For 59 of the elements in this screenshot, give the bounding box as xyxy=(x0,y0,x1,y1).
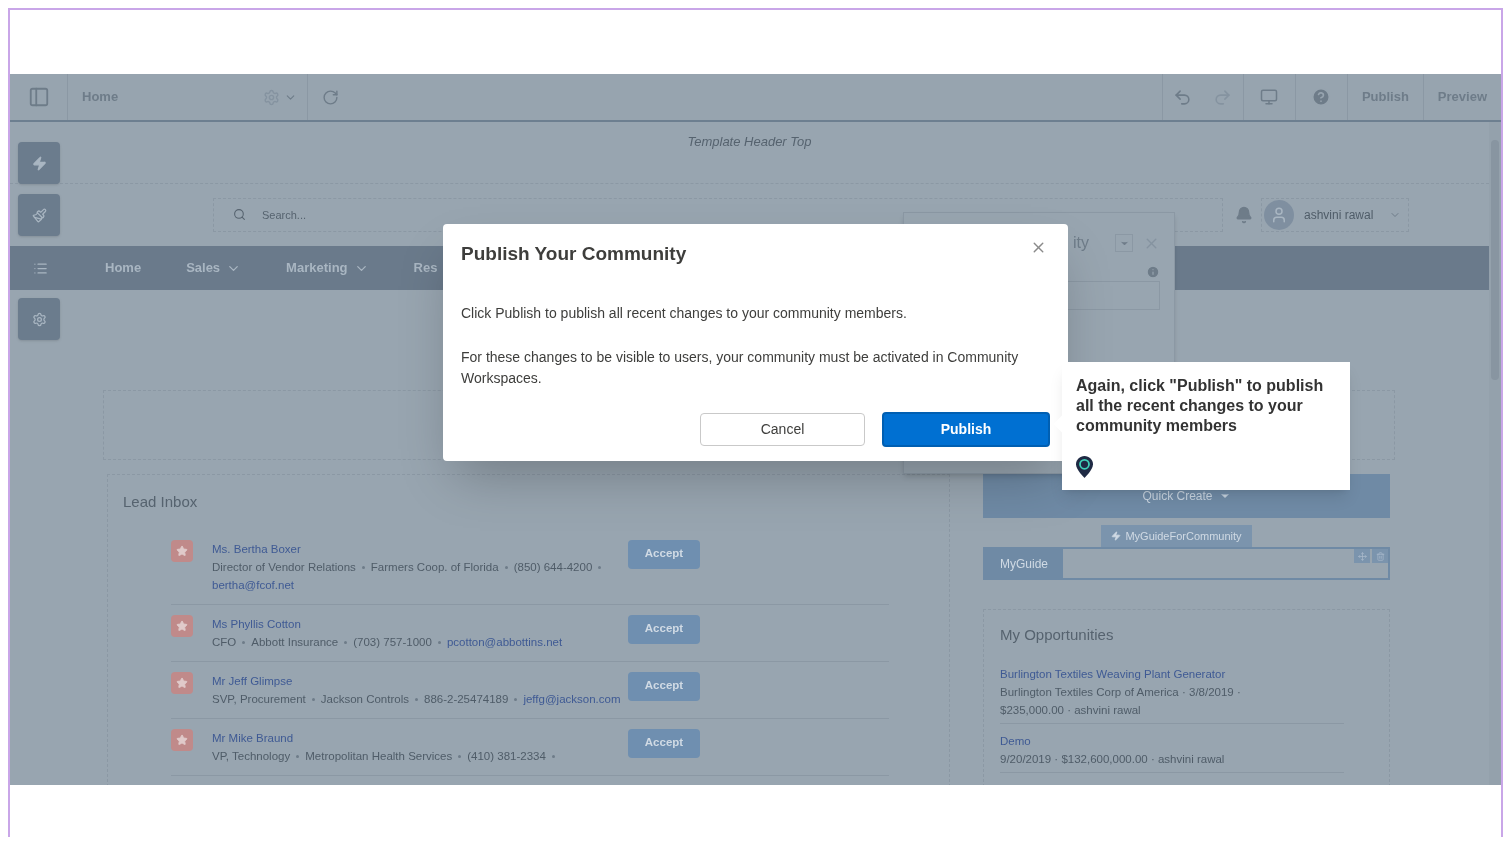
lead-detail: Metropolitan Health Services xyxy=(305,749,453,762)
nav-item[interactable]: Marketing xyxy=(286,258,369,278)
move-icon[interactable] xyxy=(1354,549,1370,563)
dropdown-icon[interactable] xyxy=(1115,234,1133,252)
info-icon xyxy=(1146,265,1160,279)
paintbrush-button[interactable] xyxy=(18,194,60,236)
accept-button[interactable]: Accept xyxy=(628,614,700,644)
accept-button[interactable]: Accept xyxy=(628,671,700,701)
email-link[interactable]: pcotton@abbottins.net xyxy=(446,635,563,648)
nav-item[interactable]: Res xyxy=(413,258,438,278)
lead-detail: VP, Technology xyxy=(212,749,291,762)
lead-detail: Jackson Controls xyxy=(320,692,409,705)
lead-detail: Director of Vendor Relations xyxy=(212,560,356,573)
lightning-icon xyxy=(1111,531,1122,541)
settings-button[interactable] xyxy=(18,298,60,340)
lead-name-link[interactable]: Mr Mike Braund xyxy=(212,728,624,747)
template-header-text: Template Header Top xyxy=(686,133,813,151)
lightning-button[interactable] xyxy=(18,142,60,184)
lead-detail: CFO xyxy=(212,635,237,648)
dialog-message: Click Publish to publish all recent changes to your community members. xyxy=(461,303,908,323)
opportunity-details: 9/20/2019 · $132,600,000.00 · ashvini rawal xyxy=(1000,751,1226,767)
accept-button[interactable]: Accept xyxy=(628,728,700,758)
lead-detail: Farmers Coop. of Florida xyxy=(370,560,499,573)
user-menu[interactable]: ashvini rawal xyxy=(1261,198,1409,232)
opportunity-link[interactable]: Demo xyxy=(1000,731,1344,750)
bell-icon[interactable] xyxy=(1235,206,1253,224)
search-icon xyxy=(233,208,246,221)
dialog-title: Publish Your Community xyxy=(461,242,687,266)
dialog-message: For these changes to be visible to users, your community must be activated in Community Workspaces. xyxy=(461,347,1020,388)
publish-button[interactable]: Publish xyxy=(882,411,1050,447)
email-link[interactable]: jeffg@jackson.com xyxy=(523,692,621,705)
opportunity-details: Burlington Textiles Corp of America · 3/8/2019 · $235,000.00 · ashvini rawal xyxy=(1000,684,1242,718)
lead-name-link[interactable]: Mr Jeff Glimpse xyxy=(212,671,624,690)
lead-detail: (850) 644-4200 xyxy=(513,560,593,573)
user-name: ashvini rawal xyxy=(1304,207,1374,224)
lead-detail: Abbott Insurance xyxy=(251,635,339,648)
paintbrush-icon xyxy=(31,207,47,223)
lead-name-link[interactable]: Ms Phyllis Cotton xyxy=(212,614,624,633)
cancel-button[interactable]: Cancel xyxy=(700,412,865,446)
email-link[interactable]: bertha@fcof.net xyxy=(212,578,294,591)
card-title: Lead Inbox xyxy=(123,492,199,512)
card-title: My Opportunities xyxy=(1000,625,1115,645)
nav-item[interactable]: Sales xyxy=(186,258,242,278)
trash-icon[interactable] xyxy=(1372,549,1388,563)
opportunity-link[interactable]: Burlington Textiles Weaving Plant Generator xyxy=(1000,664,1344,683)
nav-item[interactable]: Home xyxy=(105,258,142,278)
map-pin-icon xyxy=(1076,456,1093,478)
lead-detail: SVP, Procurement xyxy=(212,692,306,705)
avatar-icon xyxy=(1264,200,1294,230)
accept-button[interactable]: Accept xyxy=(628,539,700,569)
lead-detail: (703) 757-1000 xyxy=(353,635,432,648)
lead-detail: 886-2-25474189 xyxy=(424,692,509,705)
gear-icon xyxy=(31,311,47,327)
component-label: MyGuideForCommunity xyxy=(1101,525,1252,547)
lightning-icon xyxy=(31,155,47,171)
lead-name-link[interactable]: Ms. Bertha Boxer xyxy=(212,539,624,558)
lead-detail: (410) 381-2334 xyxy=(467,749,546,762)
tooltip-text: Again, click "Publish" to publish all the recent changes to your community members xyxy=(1076,376,1325,436)
component-tab[interactable]: MyGuide xyxy=(985,549,1064,578)
